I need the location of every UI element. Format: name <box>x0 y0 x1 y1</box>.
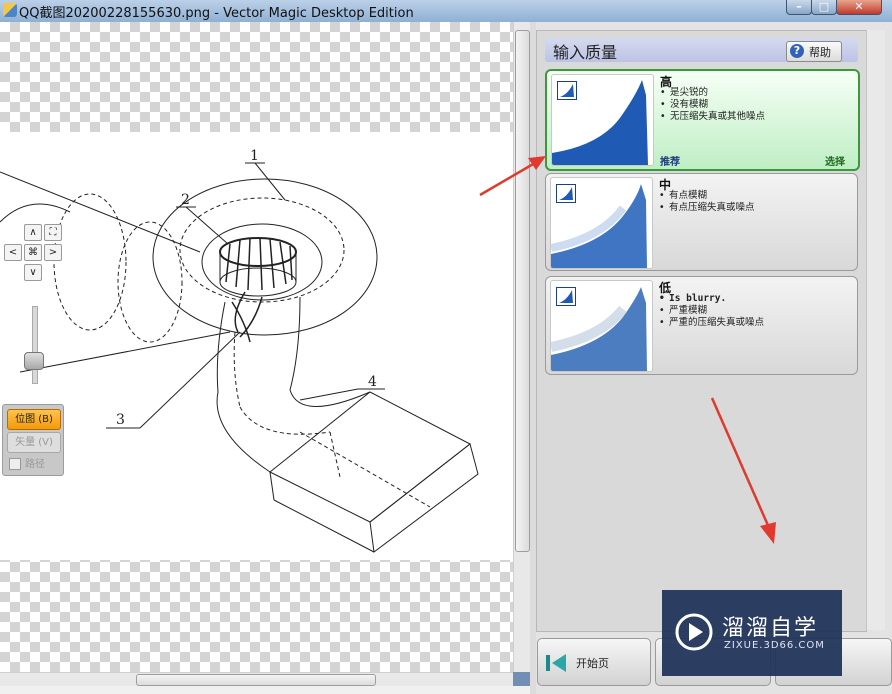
watermark-url: ZIXUE.3D66.COM <box>724 640 825 651</box>
bitmap-mode-button[interactable]: 位图 (B) <box>7 409 61 430</box>
vector-mode-button[interactable]: 矢量 (V) <box>7 432 61 453</box>
close-button[interactable]: ✕ <box>836 0 882 15</box>
pan-right-button[interactable]: > <box>44 244 62 261</box>
bullet-item: 有点模糊 <box>659 190 755 202</box>
pan-up-button[interactable]: ∧ <box>24 224 42 241</box>
zoom-slider-track[interactable] <box>32 306 38 384</box>
home-label: 开始页 <box>576 657 609 670</box>
quality-option-high[interactable]: 高 是尖锐的 没有模糊 无压缩失真或其他噪点 推荐 选择 <box>545 69 860 171</box>
vector-magic-icon <box>556 287 576 306</box>
bullet-item: Is blurry. <box>659 293 764 305</box>
quality-thumbnail-low <box>550 280 653 372</box>
drawing-label-2: 2 <box>181 192 190 208</box>
watermark-logo-icon <box>675 613 713 651</box>
quality-title: 输入质量 <box>553 43 618 62</box>
quality-list-scrollbar[interactable] <box>866 30 885 630</box>
drawing-svg: 1 2 3 4 <box>0 148 479 553</box>
recommended-label: 推荐 <box>660 157 680 168</box>
select-label[interactable]: 选择 <box>825 153 845 168</box>
minimize-button[interactable]: – <box>786 0 812 15</box>
bullet-item: 无压缩失真或其他噪点 <box>660 111 765 123</box>
pan-center-button[interactable]: ⌘ <box>24 244 42 261</box>
image-canvas[interactable]: 1 2 3 4 <box>0 22 513 672</box>
pan-down-button[interactable]: ∨ <box>24 264 42 281</box>
quality-bullets-low: Is blurry. 严重模糊 严重的压缩失真或噪点 <box>659 293 764 329</box>
pan-left-button[interactable]: < <box>4 244 22 261</box>
zoom-fit-button[interactable]: ⛶ <box>44 224 62 241</box>
help-icon: ? <box>790 44 804 58</box>
view-mode-panel: 位图 (B) 矢量 (V) 路径 <box>2 404 64 476</box>
bullet-item: 有点压缩失真或噪点 <box>659 202 755 214</box>
maximize-button[interactable]: □ <box>811 0 837 15</box>
home-button[interactable]: 开始页 <box>537 638 651 686</box>
canvas-vertical-scrollbar[interactable] <box>513 22 531 672</box>
quality-option-low[interactable]: 低 Is blurry. 严重模糊 严重的压缩失真或噪点 <box>545 276 858 375</box>
drawing-label-4: 4 <box>368 374 377 390</box>
paths-checkbox[interactable] <box>9 458 21 470</box>
help-button[interactable]: ? 帮助 <box>786 41 842 62</box>
window-title: QQ截图20200228155630.png - Vector Magic De… <box>19 6 414 21</box>
quality-thumbnail-high <box>551 74 654 166</box>
zoom-slider-thumb[interactable] <box>24 352 44 370</box>
help-label: 帮助 <box>809 46 831 59</box>
title-bar: QQ截图20200228155630.png - Vector Magic De… <box>0 0 892 22</box>
app-icon <box>3 3 17 17</box>
technical-drawing: 1 2 3 4 <box>0 132 513 560</box>
bullet-item: 严重模糊 <box>659 305 764 317</box>
drawing-label-1: 1 <box>250 148 259 164</box>
status-strip <box>0 686 530 694</box>
quality-bullets-medium: 有点模糊 有点压缩失真或噪点 <box>659 190 755 214</box>
canvas-horizontal-scrollbar[interactable] <box>0 672 513 687</box>
quality-option-medium[interactable]: 中 有点模糊 有点压缩失真或噪点 <box>545 173 858 271</box>
home-icon <box>546 654 566 672</box>
annotation-arrow-up <box>479 156 546 197</box>
bullet-item: 是尖锐的 <box>660 87 765 99</box>
watermark-badge: 溜溜自学 ZIXUE.3D66.COM <box>662 590 842 676</box>
annotation-arrow-down <box>710 397 776 544</box>
bullet-item: 没有模糊 <box>660 99 765 111</box>
quality-thumbnail-medium <box>550 177 653 269</box>
watermark-title: 溜溜自学 <box>722 616 819 641</box>
canvas-vscroll-thumb[interactable] <box>515 30 530 552</box>
bullet-item: 严重的压缩失真或噪点 <box>659 317 764 329</box>
quality-bullets-high: 是尖锐的 没有模糊 无压缩失真或其他噪点 <box>660 87 765 123</box>
paths-label: 路径 <box>25 459 45 470</box>
canvas-hscroll-thumb[interactable] <box>136 674 376 686</box>
vector-magic-icon <box>557 81 577 100</box>
drawing-label-3: 3 <box>116 412 125 428</box>
